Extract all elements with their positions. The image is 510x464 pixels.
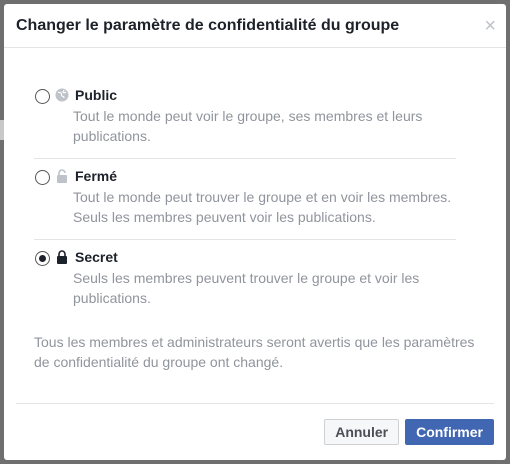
option-closed-title: Fermé	[75, 168, 118, 184]
option-public[interactable]: Public Tout le monde peut voir le groupe…	[34, 78, 456, 159]
dialog-title: Changer le paramètre de confidentialité …	[16, 16, 400, 34]
globe-icon	[55, 88, 69, 102]
cancel-button[interactable]: Annuler	[324, 419, 400, 445]
radio-closed[interactable]	[35, 170, 50, 185]
option-closed-description: Tout le monde peut trouver le groupe et …	[73, 189, 452, 225]
confirm-button[interactable]: Confirmer	[405, 419, 494, 445]
close-icon[interactable]: ×	[484, 16, 496, 36]
option-secret-title: Secret	[75, 249, 118, 265]
dialog-footer: Annuler Confirmer	[16, 403, 494, 460]
option-secret[interactable]: Secret Seuls les membres peuvent trouver…	[34, 240, 456, 320]
option-closed[interactable]: Fermé Tout le monde peut trouver le grou…	[34, 159, 456, 240]
option-public-title: Public	[75, 87, 118, 103]
lock-icon	[55, 250, 69, 264]
privacy-dialog: Changer le paramètre de confidentialité …	[4, 4, 506, 460]
option-secret-description: Seuls les membres peuvent trouver le gro…	[73, 270, 420, 306]
dialog-header: Changer le paramètre de confidentialité …	[4, 4, 506, 48]
radio-secret[interactable]	[35, 251, 50, 266]
dialog-body: Public Tout le monde peut voir le groupe…	[4, 48, 506, 372]
option-public-description: Tout le monde peut voir le groupe, ses m…	[73, 108, 423, 144]
notice-text: Tous les membres et administrateurs sero…	[34, 334, 475, 370]
radio-public[interactable]	[35, 89, 50, 104]
open-lock-icon	[55, 169, 69, 183]
